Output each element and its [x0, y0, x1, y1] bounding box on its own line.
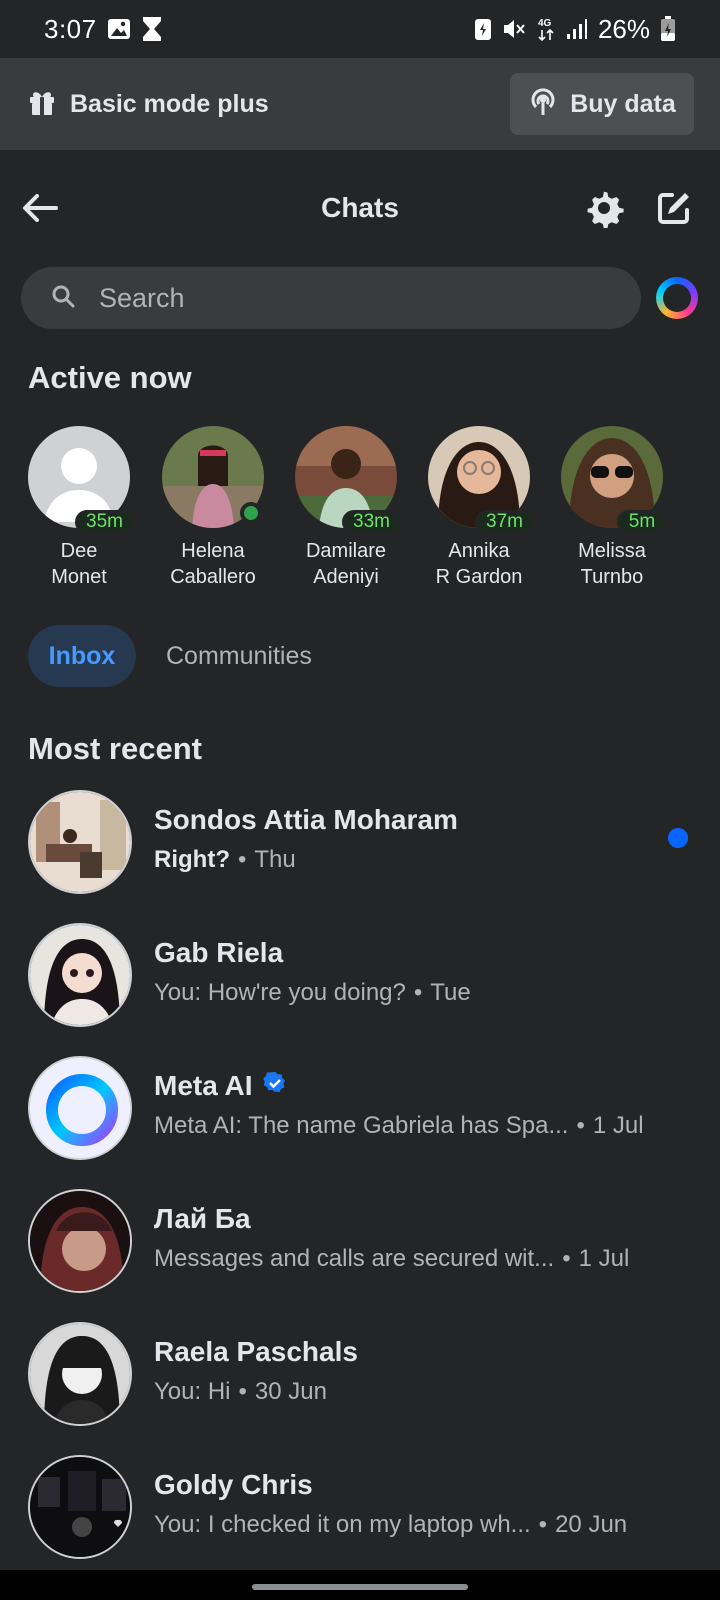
active-time-badge: 5m	[617, 510, 667, 534]
active-now-row: 35m Dee Monet Helena Caballero 33m Damilar…	[0, 426, 720, 596]
avatar	[28, 923, 132, 1027]
search-icon	[51, 284, 75, 313]
avatar	[162, 426, 264, 528]
active-time-badge: 37m	[475, 510, 534, 534]
active-person[interactable]: 33m Damilare Adeniyi	[281, 426, 411, 590]
chat-name: Raela Paschals	[154, 1336, 358, 1367]
settings-button[interactable]	[582, 186, 626, 230]
chat-preview: You: I checked it on my laptop wh... • 20 …	[154, 1511, 628, 1538]
battery-saver-icon	[474, 17, 492, 41]
avatar	[28, 790, 132, 894]
chats-header: Chats	[0, 170, 720, 246]
gift-icon	[28, 88, 56, 121]
mute-icon	[502, 17, 526, 41]
active-name: Damilare Adeniyi	[305, 540, 387, 588]
verified-badge-icon	[262, 1070, 287, 1102]
compose-icon	[658, 193, 689, 224]
avatar	[28, 1455, 132, 1559]
tab-inbox[interactable]: Inbox	[28, 625, 136, 687]
broadcast-icon	[528, 87, 558, 122]
chat-message: Right?	[154, 846, 230, 873]
active-time-badge: 35m	[75, 510, 134, 534]
chat-preview: Right? • Thu	[154, 846, 296, 873]
active-name: Helena Caballero	[170, 540, 256, 588]
buy-data-button[interactable]: Buy data	[510, 73, 694, 135]
network-4g-icon: 4G	[536, 16, 556, 42]
active-person[interactable]: 5m Melissa Turnbo	[547, 426, 677, 590]
chat-preview: You: How're you doing? • Tue	[154, 979, 471, 1006]
compose-button[interactable]	[652, 186, 696, 230]
banner-title: Basic mode plus	[70, 89, 269, 118]
chat-message: You: Hi	[154, 1378, 231, 1405]
active-now-title: Active now	[28, 360, 192, 395]
chat-row[interactable]: Gab Riela You: How're you doing? • Tue	[0, 923, 720, 1051]
hourglass-icon	[141, 16, 163, 42]
chat-row[interactable]: Sondos Attia Moharam Right? • Thu	[0, 790, 720, 918]
chat-name: Goldy Chris	[154, 1469, 313, 1500]
status-time: 3:07	[44, 13, 97, 44]
avatar	[28, 1189, 132, 1293]
avatar	[28, 1322, 132, 1426]
chat-name: Лай Ба	[154, 1203, 251, 1234]
svg-text:4G: 4G	[538, 18, 552, 29]
gear-icon	[587, 191, 624, 228]
basic-mode-banner: Basic mode plus Buy data	[0, 58, 720, 150]
avatar	[28, 1056, 132, 1160]
chat-preview: You: Hi • 30 Jun	[154, 1378, 327, 1405]
chat-time: 20 Jun	[555, 1511, 628, 1538]
home-gesture-handle[interactable]	[252, 1584, 468, 1590]
battery-percent: 26%	[597, 13, 650, 44]
search-input[interactable]	[99, 282, 579, 314]
active-person[interactable]: Helena Caballero	[148, 426, 278, 590]
avatar: 35m	[28, 426, 134, 534]
chat-row[interactable]: Raela Paschals You: Hi • 30 Jun	[0, 1322, 720, 1450]
chat-name: Meta AI	[154, 1070, 287, 1102]
chat-row[interactable]: Goldy Chris You: I checked it on my lapt…	[0, 1455, 720, 1583]
chat-message: You: I checked it on my laptop wh...	[154, 1511, 531, 1538]
active-name: Annika R Gardon	[435, 540, 523, 588]
chat-row[interactable]: Лай Ба Messages and calls are secured wi…	[0, 1189, 720, 1317]
meta-ai-icon[interactable]	[656, 277, 698, 319]
avatar: 37m	[428, 426, 534, 534]
active-name: Dee Monet	[51, 540, 107, 588]
chat-message: Messages and calls are secured wit...	[154, 1245, 555, 1272]
online-indicator	[240, 502, 262, 524]
active-person[interactable]: 35m Dee Monet	[14, 426, 144, 590]
avatar: 5m	[561, 426, 667, 534]
most-recent-title: Most recent	[28, 731, 202, 766]
chat-message: You: How're you doing?	[154, 979, 406, 1006]
chat-name: Sondos Attia Moharam	[154, 804, 458, 835]
chat-time: 30 Jun	[254, 1378, 327, 1405]
chat-time: Tue	[430, 979, 471, 1006]
chat-name: Gab Riela	[154, 937, 284, 968]
chat-time: Thu	[254, 846, 296, 873]
tab-communities[interactable]: Communities	[166, 625, 312, 687]
chat-preview: Messages and calls are secured wit... • 1 …	[154, 1245, 630, 1272]
search-bar[interactable]	[21, 267, 641, 329]
chat-time: 1 Jul	[592, 1112, 644, 1139]
chat-row[interactable]: Meta AI Meta AI: The name Gabriela has S…	[0, 1056, 720, 1184]
gallery-icon	[107, 18, 131, 40]
active-person[interactable]: 37m Annika R Gardon	[414, 426, 544, 590]
active-time-badge: 33m	[342, 510, 401, 534]
status-bar: 3:07 4G 26%	[0, 0, 720, 58]
buy-data-label: Buy data	[570, 89, 676, 118]
chat-time: 1 Jul	[578, 1245, 630, 1272]
chat-message: Meta AI: The name Gabriela has Spa...	[154, 1112, 569, 1139]
battery-charging-icon	[660, 16, 676, 42]
avatar: 33m	[295, 426, 401, 534]
unread-indicator	[668, 828, 688, 848]
signal-icon	[566, 18, 588, 40]
chat-preview: Meta AI: The name Gabriela has Spa... • 1 …	[154, 1112, 644, 1139]
active-name: Melissa Turnbo	[578, 540, 646, 588]
